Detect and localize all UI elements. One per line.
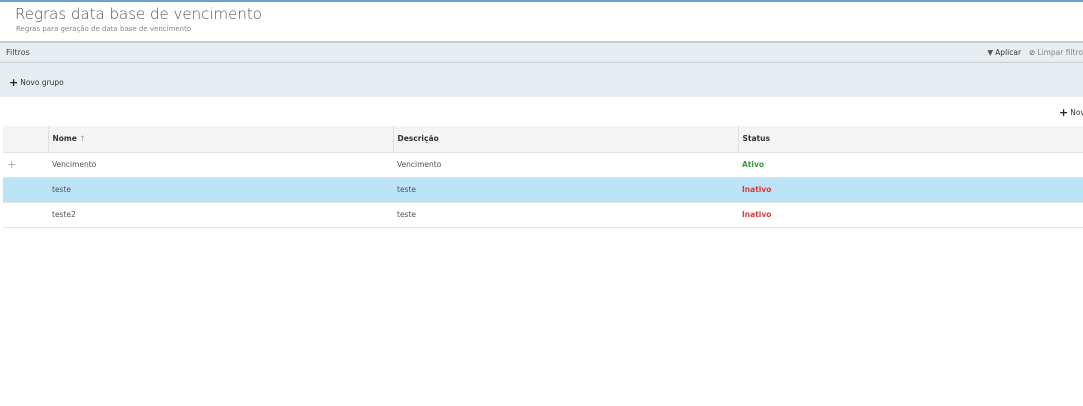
table-header: Nome ↑ Descrição Status (3, 126, 1083, 153)
column-header-status[interactable]: Status (737, 126, 1083, 153)
rules-table: Nome ↑ Descrição Status + Vencimento Ven… (3, 126, 1083, 228)
table-row[interactable]: teste2 teste Inativo (3, 202, 1083, 228)
expander-header (3, 126, 48, 153)
sort-asc-icon: ↑ (79, 134, 86, 144)
status-badge: Inativo (738, 202, 1083, 228)
table-row[interactable]: + Vencimento Vencimento Ativo (3, 152, 1083, 178)
plus-icon: + (1059, 106, 1069, 119)
status-badge: Ativo (738, 152, 1083, 178)
cell-nome: Vencimento (48, 152, 393, 178)
cell-descricao: Vencimento (393, 152, 738, 178)
apply-filter-button[interactable]: ▼ Aplicar (987, 48, 1021, 57)
new-button[interactable]: +Novo (1059, 106, 1083, 119)
ban-icon: ⊘ (1029, 48, 1036, 57)
expand-icon[interactable]: + (3, 152, 48, 178)
table-row[interactable]: teste teste Inativo (3, 177, 1083, 203)
filter-icon: ▼ (987, 48, 994, 57)
top-accent-line (0, 0, 1083, 2)
expander-cell (3, 177, 48, 203)
status-badge: Inativo (738, 177, 1083, 203)
expander-cell (3, 202, 48, 228)
column-header-descricao[interactable]: Descrição (392, 126, 738, 153)
page-title: Regras data base de vencimento (15, 5, 262, 23)
filter-bar: Filtros ▼ Aplicar ⊘ Limpar filtro (0, 41, 1083, 63)
cell-descricao: teste (393, 177, 738, 203)
column-header-nome[interactable]: Nome ↑ (47, 126, 393, 153)
plus-icon: + (9, 76, 19, 89)
filters-label: Filtros (6, 48, 30, 57)
clear-filter-button[interactable]: ⊘ Limpar filtro (1029, 48, 1083, 57)
cell-nome: teste2 (48, 202, 393, 228)
cell-descricao: teste (393, 202, 738, 228)
cell-nome: teste (48, 177, 393, 203)
new-group-button[interactable]: + Novo grupo (9, 76, 64, 89)
page-subtitle: Regras para geração de data base de venc… (16, 25, 192, 33)
filter-groups-panel: + Novo grupo (0, 63, 1083, 97)
